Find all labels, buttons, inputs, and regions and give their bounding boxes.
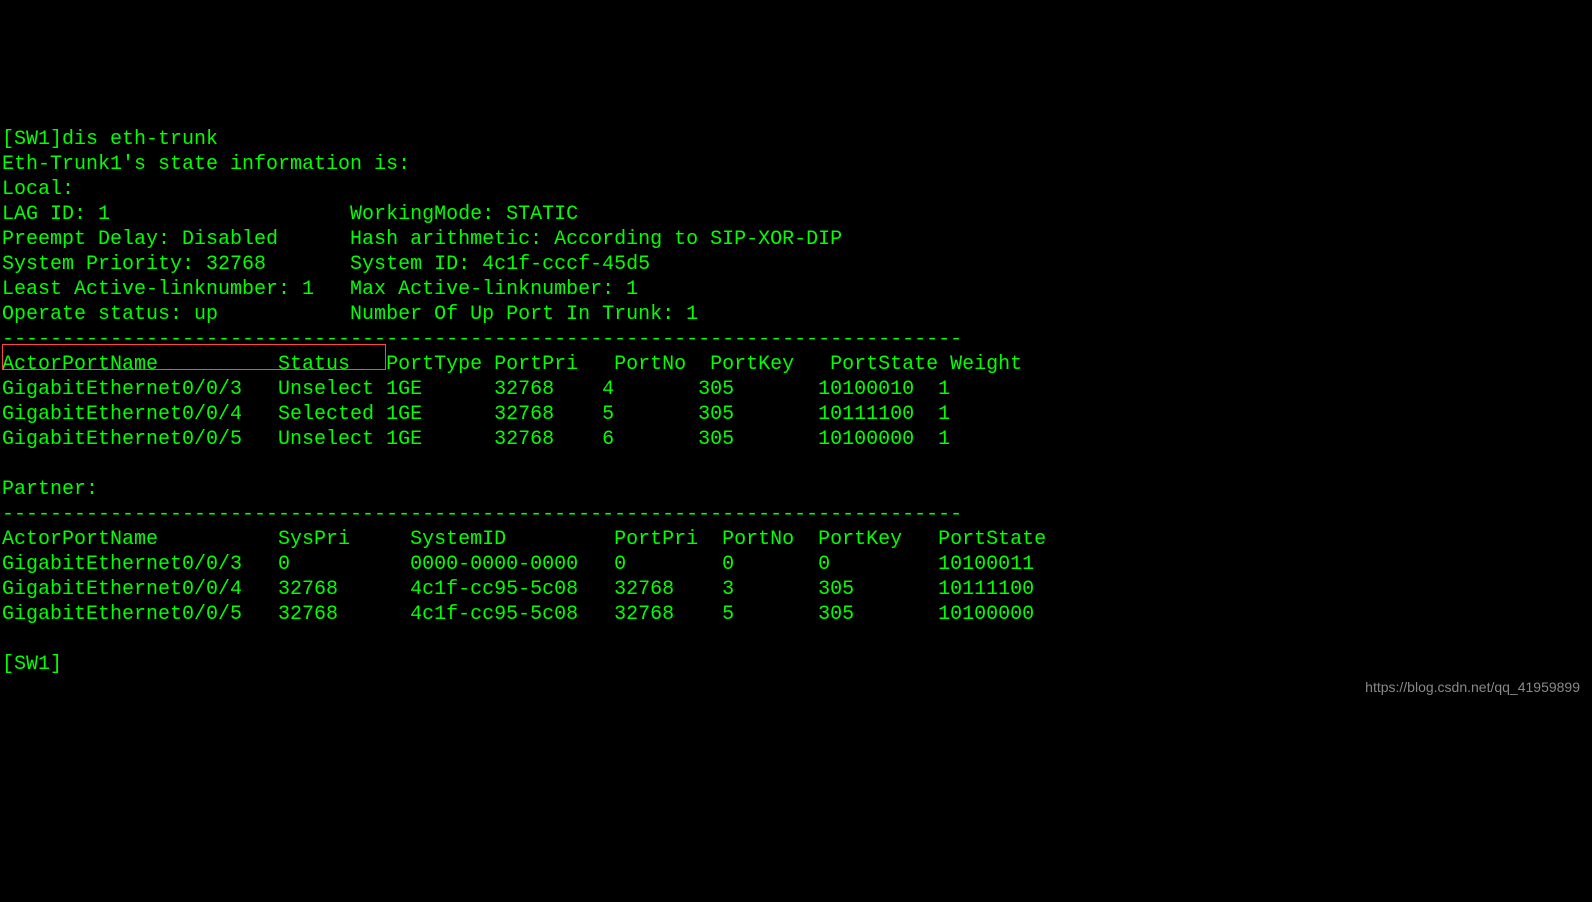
info-line-5: Operate status: up Number Of Up Port In … (2, 303, 698, 326)
local-table-row: GigabitEthernet0/0/3 Unselect 1GE 32768 … (2, 378, 950, 401)
info-line-3: System Priority: 32768 System ID: 4c1f-c… (2, 253, 650, 276)
partner-table-header: ActorPortName SysPri SystemID PortPri Po… (2, 528, 1046, 551)
partner-section-label: Partner: (2, 478, 98, 501)
separator-line: ----------------------------------------… (2, 503, 962, 526)
eth-trunk-header: Eth-Trunk1's state information is: (2, 153, 410, 176)
info-line-1: LAG ID: 1 WorkingMode: STATIC (2, 203, 578, 226)
separator-line: ----------------------------------------… (2, 328, 962, 351)
final-prompt: [SW1] (2, 653, 62, 676)
local-section-label: Local: (2, 178, 74, 201)
info-line-4: Least Active-linknumber: 1 Max Active-li… (2, 278, 638, 301)
partner-table-row: GigabitEthernet0/0/4 32768 4c1f-cc95-5c0… (2, 578, 1034, 601)
info-line-2: Preempt Delay: Disabled Hash arithmetic:… (2, 228, 842, 251)
local-table-header: ActorPortName Status PortType PortPri Po… (2, 353, 1022, 376)
partner-table-row: GigabitEthernet0/0/3 0 0000-0000-0000 0 … (2, 553, 1034, 576)
command-prompt-line: [SW1]dis eth-trunk (2, 128, 218, 151)
partner-table-row: GigabitEthernet0/0/5 32768 4c1f-cc95-5c0… (2, 603, 1034, 626)
local-table-row: GigabitEthernet0/0/5 Unselect 1GE 32768 … (2, 428, 950, 451)
local-table-row: GigabitEthernet0/0/4 Selected 1GE 32768 … (2, 403, 950, 426)
terminal-output[interactable]: [SW1]dis eth-trunk Eth-Trunk1's state in… (2, 102, 1590, 677)
watermark-text: https://blog.csdn.net/qq_41959899 (1365, 679, 1580, 697)
